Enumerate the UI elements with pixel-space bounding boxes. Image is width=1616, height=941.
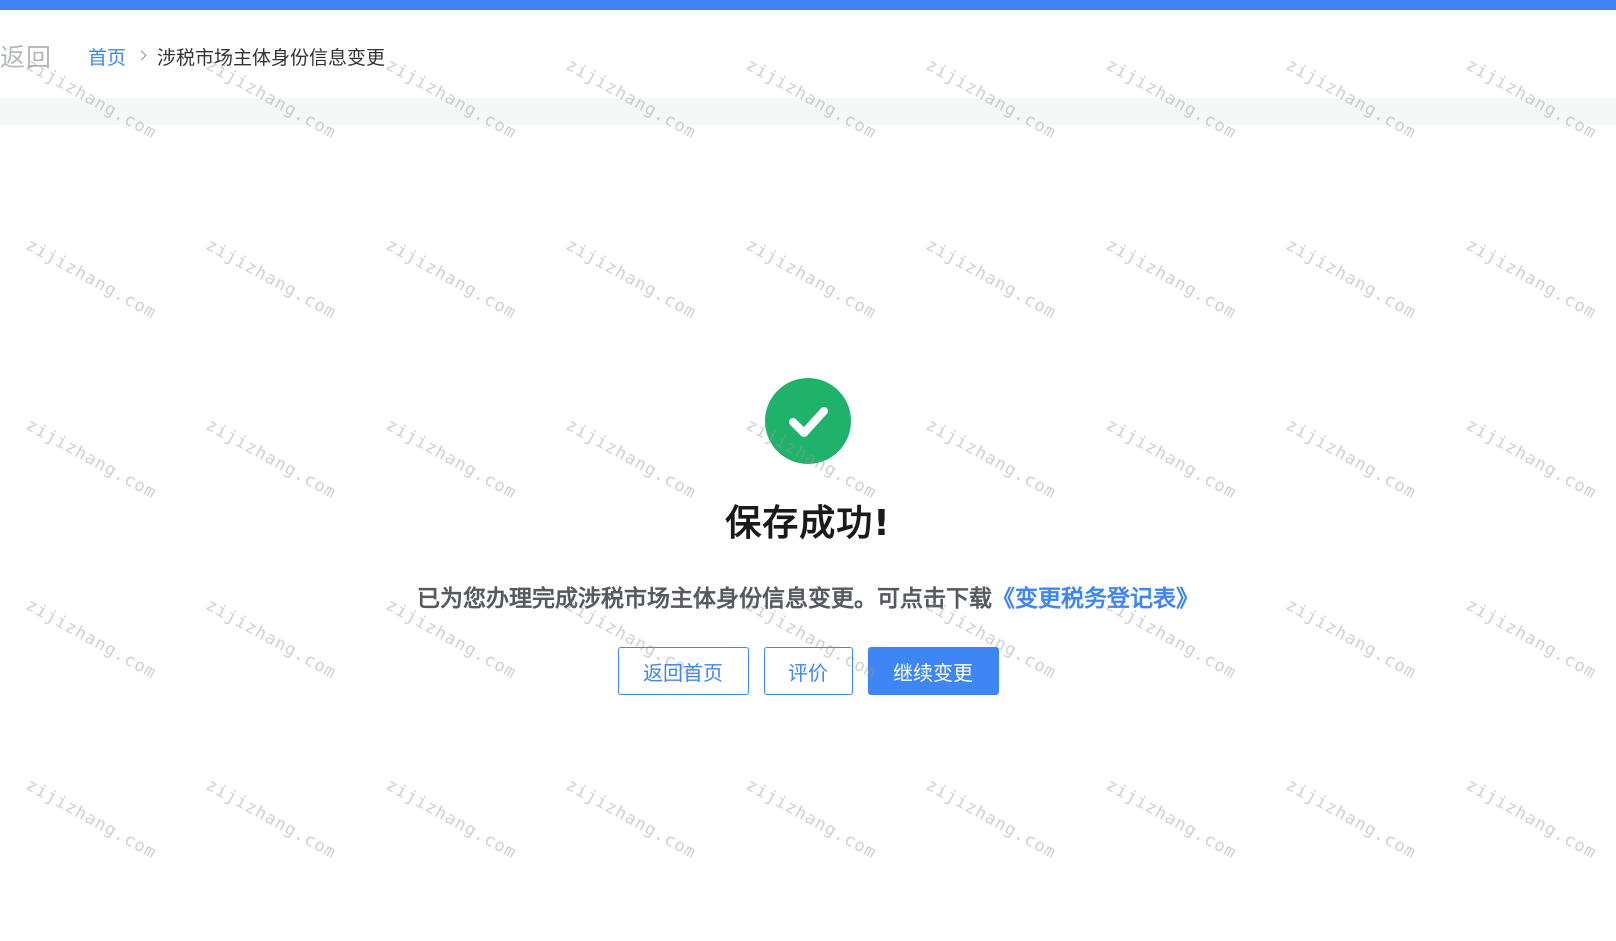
watermark-text: zijizhang.com xyxy=(562,775,700,864)
rate-button[interactable]: 评价 xyxy=(763,647,853,695)
watermark-text: zijizhang.com xyxy=(382,775,520,864)
header-divider-strip xyxy=(0,98,1616,125)
watermark-text: zijizhang.com xyxy=(1282,235,1420,324)
watermark-text: zijizhang.com xyxy=(202,235,340,324)
watermark-text: zijizhang.com xyxy=(22,775,160,864)
watermark-text: zijizhang.com xyxy=(1282,775,1420,864)
action-buttons: 返回首页 评价 继续变更 xyxy=(0,647,1616,695)
watermark-text: zijizhang.com xyxy=(742,235,880,324)
watermark-text: zijizhang.com xyxy=(1102,775,1240,864)
watermark-text: zijizhang.com xyxy=(562,235,700,324)
watermark-text: zijizhang.com xyxy=(1462,235,1600,324)
watermark-text: zijizhang.com xyxy=(922,775,1060,864)
page-header: 返回 首页 涉税市场主体身份信息变更 xyxy=(0,10,1616,98)
watermark-text: zijizhang.com xyxy=(22,235,160,324)
chevron-right-icon xyxy=(136,50,147,61)
return-home-button[interactable]: 返回首页 xyxy=(617,647,749,695)
watermark-text: zijizhang.com xyxy=(742,775,880,864)
top-accent-bar xyxy=(0,0,1616,10)
back-link[interactable]: 返回 xyxy=(0,38,52,74)
breadcrumb-current: 涉税市场主体身份信息变更 xyxy=(157,47,386,69)
breadcrumb-home-link[interactable]: 首页 xyxy=(88,43,126,70)
watermark-text: zijizhang.com xyxy=(922,235,1060,324)
result-description-text: 已为您办理完成涉税市场主体身份信息变更。可点击下载 xyxy=(417,586,992,612)
watermark-text: zijizhang.com xyxy=(202,775,340,864)
download-form-link[interactable]: 《变更税务登记表》 xyxy=(992,586,1199,612)
watermark-text: zijizhang.com xyxy=(1462,775,1600,864)
result-description: 已为您办理完成涉税市场主体身份信息变更。可点击下载《变更税务登记表》 xyxy=(0,579,1616,613)
watermark-text: zijizhang.com xyxy=(382,235,520,324)
watermark-text: zijizhang.com xyxy=(1102,235,1240,324)
breadcrumb: 首页 涉税市场主体身份信息变更 xyxy=(88,43,385,70)
continue-change-button[interactable]: 继续变更 xyxy=(867,647,999,695)
result-title: 保存成功! xyxy=(725,503,891,544)
check-circle-icon xyxy=(765,378,851,464)
result-panel: 保存成功! 已为您办理完成涉税市场主体身份信息变更。可点击下载《变更税务登记表》… xyxy=(0,378,1616,695)
